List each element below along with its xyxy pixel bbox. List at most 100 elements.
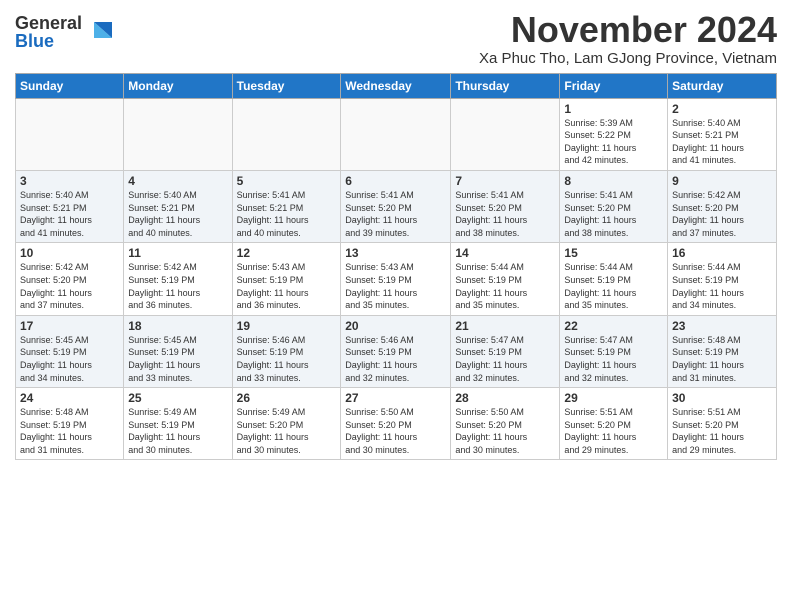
col-header-wednesday: Wednesday [341,73,451,98]
day-info: Sunrise: 5:48 AM Sunset: 5:19 PM Dayligh… [672,334,772,384]
calendar-cell [124,98,232,170]
day-number: 15 [564,246,663,260]
calendar-cell [451,98,560,170]
day-info: Sunrise: 5:40 AM Sunset: 5:21 PM Dayligh… [128,189,227,239]
col-header-friday: Friday [560,73,668,98]
day-info: Sunrise: 5:49 AM Sunset: 5:19 PM Dayligh… [128,406,227,456]
day-number: 30 [672,391,772,405]
day-info: Sunrise: 5:42 AM Sunset: 5:20 PM Dayligh… [20,261,119,311]
day-number: 10 [20,246,119,260]
calendar-header-row: SundayMondayTuesdayWednesdayThursdayFrid… [16,73,777,98]
day-info: Sunrise: 5:51 AM Sunset: 5:20 PM Dayligh… [564,406,663,456]
calendar-cell: 8Sunrise: 5:41 AM Sunset: 5:20 PM Daylig… [560,170,668,242]
logo-blue-text: Blue [15,32,82,50]
day-number: 14 [455,246,555,260]
calendar-cell: 6Sunrise: 5:41 AM Sunset: 5:20 PM Daylig… [341,170,451,242]
calendar-cell: 7Sunrise: 5:41 AM Sunset: 5:20 PM Daylig… [451,170,560,242]
col-header-saturday: Saturday [668,73,777,98]
calendar-cell: 1Sunrise: 5:39 AM Sunset: 5:22 PM Daylig… [560,98,668,170]
header-row: General Blue November 2024 Xa Phuc Tho, … [15,10,777,67]
calendar-cell: 30Sunrise: 5:51 AM Sunset: 5:20 PM Dayli… [668,388,777,460]
calendar-table: SundayMondayTuesdayWednesdayThursdayFrid… [15,73,777,461]
day-info: Sunrise: 5:41 AM Sunset: 5:20 PM Dayligh… [345,189,446,239]
col-header-thursday: Thursday [451,73,560,98]
day-info: Sunrise: 5:50 AM Sunset: 5:20 PM Dayligh… [345,406,446,456]
day-info: Sunrise: 5:43 AM Sunset: 5:19 PM Dayligh… [237,261,337,311]
calendar-cell: 4Sunrise: 5:40 AM Sunset: 5:21 PM Daylig… [124,170,232,242]
calendar-cell [232,98,341,170]
page: General Blue November 2024 Xa Phuc Tho, … [0,0,792,470]
day-info: Sunrise: 5:48 AM Sunset: 5:19 PM Dayligh… [20,406,119,456]
calendar-cell: 13Sunrise: 5:43 AM Sunset: 5:19 PM Dayli… [341,243,451,315]
subtitle: Xa Phuc Tho, Lam GJong Province, Vietnam [479,50,777,67]
calendar-cell: 27Sunrise: 5:50 AM Sunset: 5:20 PM Dayli… [341,388,451,460]
day-number: 26 [237,391,337,405]
col-header-tuesday: Tuesday [232,73,341,98]
day-info: Sunrise: 5:44 AM Sunset: 5:19 PM Dayligh… [672,261,772,311]
day-number: 8 [564,174,663,188]
calendar-cell: 11Sunrise: 5:42 AM Sunset: 5:19 PM Dayli… [124,243,232,315]
day-number: 22 [564,319,663,333]
day-number: 3 [20,174,119,188]
day-info: Sunrise: 5:45 AM Sunset: 5:19 PM Dayligh… [128,334,227,384]
calendar-cell: 9Sunrise: 5:42 AM Sunset: 5:20 PM Daylig… [668,170,777,242]
calendar-cell: 3Sunrise: 5:40 AM Sunset: 5:21 PM Daylig… [16,170,124,242]
calendar-week-3: 10Sunrise: 5:42 AM Sunset: 5:20 PM Dayli… [16,243,777,315]
day-number: 23 [672,319,772,333]
day-number: 25 [128,391,227,405]
day-number: 21 [455,319,555,333]
day-number: 24 [20,391,119,405]
day-number: 28 [455,391,555,405]
calendar-cell: 29Sunrise: 5:51 AM Sunset: 5:20 PM Dayli… [560,388,668,460]
day-info: Sunrise: 5:47 AM Sunset: 5:19 PM Dayligh… [455,334,555,384]
day-number: 9 [672,174,772,188]
col-header-monday: Monday [124,73,232,98]
day-number: 4 [128,174,227,188]
day-info: Sunrise: 5:49 AM Sunset: 5:20 PM Dayligh… [237,406,337,456]
day-info: Sunrise: 5:45 AM Sunset: 5:19 PM Dayligh… [20,334,119,384]
logo-general-text: General [15,14,82,32]
day-number: 12 [237,246,337,260]
day-info: Sunrise: 5:40 AM Sunset: 5:21 PM Dayligh… [672,117,772,167]
day-info: Sunrise: 5:51 AM Sunset: 5:20 PM Dayligh… [672,406,772,456]
calendar-cell: 17Sunrise: 5:45 AM Sunset: 5:19 PM Dayli… [16,315,124,387]
calendar-cell: 2Sunrise: 5:40 AM Sunset: 5:21 PM Daylig… [668,98,777,170]
day-info: Sunrise: 5:46 AM Sunset: 5:19 PM Dayligh… [237,334,337,384]
day-info: Sunrise: 5:44 AM Sunset: 5:19 PM Dayligh… [455,261,555,311]
day-number: 5 [237,174,337,188]
day-info: Sunrise: 5:46 AM Sunset: 5:19 PM Dayligh… [345,334,446,384]
day-number: 20 [345,319,446,333]
day-number: 16 [672,246,772,260]
calendar-cell: 12Sunrise: 5:43 AM Sunset: 5:19 PM Dayli… [232,243,341,315]
calendar-cell: 10Sunrise: 5:42 AM Sunset: 5:20 PM Dayli… [16,243,124,315]
day-number: 29 [564,391,663,405]
calendar-cell: 26Sunrise: 5:49 AM Sunset: 5:20 PM Dayli… [232,388,341,460]
day-info: Sunrise: 5:44 AM Sunset: 5:19 PM Dayligh… [564,261,663,311]
col-header-sunday: Sunday [16,73,124,98]
calendar-week-1: 1Sunrise: 5:39 AM Sunset: 5:22 PM Daylig… [16,98,777,170]
calendar-cell: 18Sunrise: 5:45 AM Sunset: 5:19 PM Dayli… [124,315,232,387]
calendar-week-2: 3Sunrise: 5:40 AM Sunset: 5:21 PM Daylig… [16,170,777,242]
day-number: 7 [455,174,555,188]
calendar-cell: 22Sunrise: 5:47 AM Sunset: 5:19 PM Dayli… [560,315,668,387]
calendar-cell: 23Sunrise: 5:48 AM Sunset: 5:19 PM Dayli… [668,315,777,387]
calendar-cell: 15Sunrise: 5:44 AM Sunset: 5:19 PM Dayli… [560,243,668,315]
day-info: Sunrise: 5:41 AM Sunset: 5:20 PM Dayligh… [455,189,555,239]
day-number: 2 [672,102,772,116]
calendar-cell: 21Sunrise: 5:47 AM Sunset: 5:19 PM Dayli… [451,315,560,387]
calendar-cell: 24Sunrise: 5:48 AM Sunset: 5:19 PM Dayli… [16,388,124,460]
logo: General Blue [15,14,112,50]
day-number: 27 [345,391,446,405]
month-title: November 2024 [479,10,777,50]
day-info: Sunrise: 5:41 AM Sunset: 5:21 PM Dayligh… [237,189,337,239]
calendar-week-4: 17Sunrise: 5:45 AM Sunset: 5:19 PM Dayli… [16,315,777,387]
calendar-cell: 28Sunrise: 5:50 AM Sunset: 5:20 PM Dayli… [451,388,560,460]
calendar-cell [341,98,451,170]
day-info: Sunrise: 5:40 AM Sunset: 5:21 PM Dayligh… [20,189,119,239]
calendar-cell [16,98,124,170]
day-info: Sunrise: 5:42 AM Sunset: 5:19 PM Dayligh… [128,261,227,311]
day-number: 17 [20,319,119,333]
day-number: 13 [345,246,446,260]
day-number: 18 [128,319,227,333]
calendar-cell: 20Sunrise: 5:46 AM Sunset: 5:19 PM Dayli… [341,315,451,387]
